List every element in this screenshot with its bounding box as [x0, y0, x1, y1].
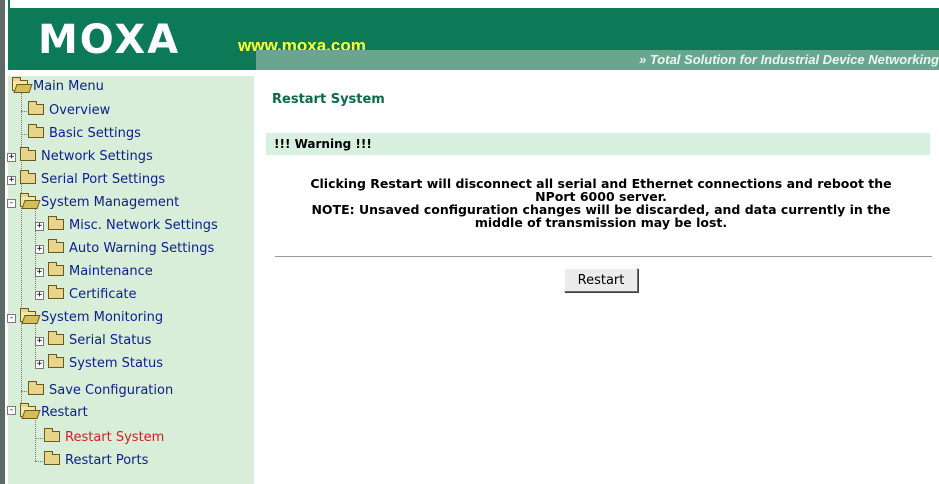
expand-auto-warning-settings-icon[interactable]: + — [35, 245, 44, 254]
folder-icon — [48, 262, 64, 276]
sidebar-item-label: Maintenance — [69, 264, 153, 279]
sidebar-item-basic-settings[interactable]: Basic Settings — [28, 123, 141, 145]
folder-icon — [48, 331, 64, 345]
sidebar-item-restart[interactable]: Restart — [20, 402, 88, 424]
collapse-system-monitoring-icon[interactable]: - — [7, 314, 16, 323]
divider — [275, 256, 932, 258]
sidebar-item-overview[interactable]: Overview — [28, 100, 110, 122]
sidebar-menu: + + - + + + + - + + - Main Menu Overview… — [7, 76, 254, 484]
sidebar-item-auto-warning-settings[interactable]: Auto Warning Settings — [48, 238, 214, 260]
sidebar-item-certificate[interactable]: Certificate — [48, 284, 137, 306]
sidebar-item-label: System Management — [41, 195, 180, 210]
collapse-system-management-icon[interactable]: - — [7, 199, 16, 208]
warning-title: !!! Warning !!! — [274, 137, 372, 151]
expand-serial-port-settings-icon[interactable]: + — [7, 176, 16, 185]
expand-certificate-icon[interactable]: + — [35, 291, 44, 300]
sidebar-item-label: Save Configuration — [49, 383, 174, 398]
sidebar-item-label: Serial Port Settings — [41, 172, 166, 187]
sidebar-item-label: Restart Ports — [65, 453, 149, 468]
sidebar-item-label: Network Settings — [41, 149, 153, 164]
sidebar-item-label: System Monitoring — [41, 310, 164, 325]
folder-icon — [48, 216, 64, 230]
warning-bar: !!! Warning !!! — [266, 133, 930, 155]
folder-open-icon — [20, 308, 36, 322]
expand-network-settings-icon[interactable]: + — [7, 153, 16, 162]
sidebar-item-network-settings[interactable]: Network Settings — [20, 146, 153, 168]
page-title: Restart System — [272, 92, 385, 107]
sidebar-item-system-management[interactable]: System Management — [20, 192, 179, 214]
folder-icon — [28, 124, 44, 138]
sidebar-item-label: Basic Settings — [49, 126, 141, 141]
tagline-bar: » Total Solution for Industrial Device N… — [256, 50, 939, 70]
sidebar-item-serial-status[interactable]: Serial Status — [48, 330, 151, 352]
folder-icon — [28, 101, 44, 115]
sidebar-item-system-monitoring[interactable]: System Monitoring — [20, 307, 163, 329]
expand-system-status-icon[interactable]: + — [35, 360, 44, 369]
sidebar-item-label: System Status — [69, 356, 164, 371]
expand-misc-network-settings-icon[interactable]: + — [35, 222, 44, 231]
folder-icon — [48, 285, 64, 299]
sidebar-item-label: Restart — [41, 405, 88, 420]
collapse-restart-icon[interactable]: - — [7, 406, 16, 415]
tree-line — [35, 461, 43, 462]
folder-open-icon — [12, 77, 28, 91]
sidebar-item-main-menu[interactable]: Main Menu — [12, 76, 104, 98]
folder-icon — [28, 381, 44, 395]
sidebar-item-save-configuration[interactable]: Save Configuration — [28, 380, 173, 402]
folder-open-icon — [20, 403, 36, 417]
header-banner: MOXA www.moxa.com » Total Solution for I… — [8, 0, 939, 70]
restart-message: Clicking Restart will disconnect all ser… — [276, 177, 926, 229]
folder-open-icon — [20, 193, 36, 207]
sidebar-item-label: Auto Warning Settings — [69, 241, 215, 256]
header-top-strip — [10, 0, 939, 8]
folder-icon — [48, 354, 64, 368]
sidebar-item-label: Main Menu — [33, 79, 104, 94]
sidebar-item-maintenance[interactable]: Maintenance — [48, 261, 153, 283]
sidebar-item-label: Certificate — [69, 287, 137, 302]
sidebar-item-label: Overview — [49, 103, 111, 118]
message-line: middle of transmission may be lost. — [474, 215, 728, 230]
folder-icon — [48, 239, 64, 253]
sidebar-item-label: Misc. Network Settings — [69, 218, 218, 233]
folder-icon — [20, 147, 36, 161]
sidebar-item-restart-ports[interactable]: Restart Ports — [44, 450, 148, 472]
folder-icon — [44, 451, 60, 465]
tree-line — [21, 93, 22, 415]
folder-icon — [20, 170, 36, 184]
sidebar-item-label: Restart System — [65, 430, 165, 445]
sidebar-item-label: Serial Status — [69, 333, 152, 348]
expand-maintenance-icon[interactable]: + — [35, 268, 44, 277]
tree-line — [35, 438, 43, 439]
folder-icon — [44, 428, 60, 442]
sidebar-item-system-status[interactable]: System Status — [48, 353, 163, 375]
restart-button[interactable]: Restart — [564, 268, 638, 292]
expand-serial-status-icon[interactable]: + — [35, 337, 44, 346]
sidebar-item-restart-system[interactable]: Restart System — [44, 427, 164, 449]
moxa-logo: MOXA — [38, 17, 181, 63]
sidebar-item-misc-network-settings[interactable]: Misc. Network Settings — [48, 215, 218, 237]
sidebar-item-serial-port-settings[interactable]: Serial Port Settings — [20, 169, 165, 191]
tagline-text: » Total Solution for Industrial Device N… — [639, 52, 939, 67]
